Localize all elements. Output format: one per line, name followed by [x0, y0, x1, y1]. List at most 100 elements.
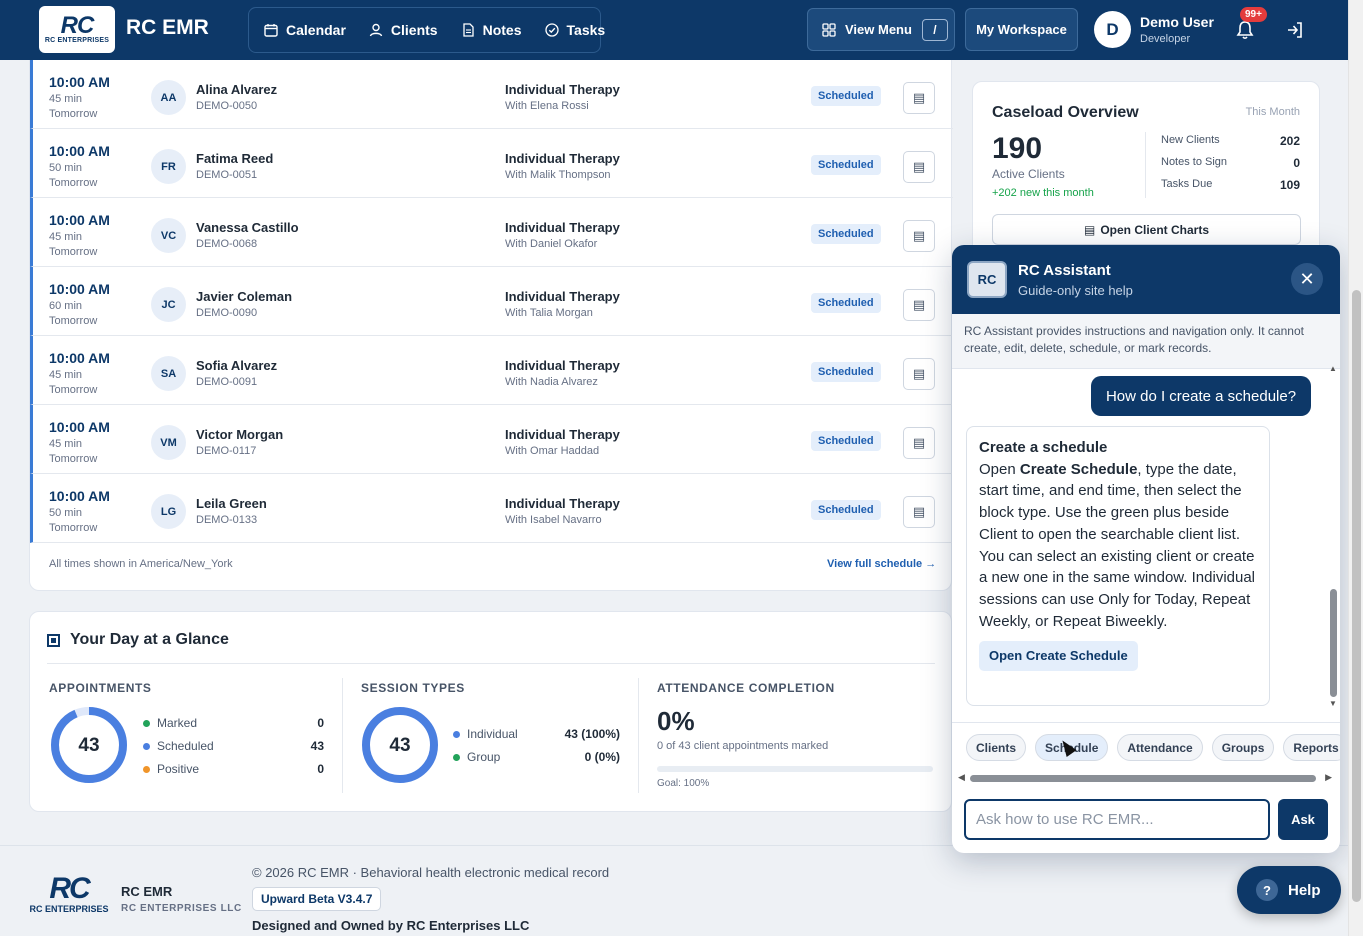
legend-value: 43 (100%)	[564, 727, 620, 741]
scroll-right-icon[interactable]: ▶	[1325, 772, 1332, 783]
appointments-heading: APPOINTMENTS	[49, 681, 152, 695]
my-workspace-button[interactable]: My Workspace	[965, 8, 1078, 51]
status-badge: Scheduled	[811, 293, 881, 313]
chip-clients[interactable]: Clients	[966, 734, 1027, 761]
client-name[interactable]: Fatima Reed	[196, 151, 273, 166]
logout-icon[interactable]	[1286, 21, 1304, 39]
appointment-time: 10:00 AM	[49, 350, 110, 366]
appointment-day: Tomorrow	[49, 453, 98, 465]
session-types-heading: SESSION TYPES	[361, 681, 465, 695]
status-badge: Scheduled	[811, 224, 881, 244]
nav-tasks[interactable]: Tasks	[544, 22, 605, 38]
shortcut-key: /	[921, 18, 948, 41]
appointment-row[interactable]: 10:00 AM 45 min Tomorrow AA Alina Alvare…	[30, 60, 953, 129]
view-full-schedule-link[interactable]: View full schedule →	[827, 558, 936, 570]
appointment-row[interactable]: 10:00 AM 45 min Tomorrow SA Sofia Alvare…	[30, 336, 953, 405]
appointment-row[interactable]: 10:00 AM 45 min Tomorrow VC Vanessa Cast…	[30, 198, 953, 267]
chat-scrollbar[interactable]: ▲ ▼	[1329, 364, 1338, 708]
help-button[interactable]: ? Help	[1237, 866, 1341, 914]
status-badge: Scheduled	[811, 431, 881, 451]
clinician: With Talia Morgan	[505, 307, 593, 319]
chips-scrollbar[interactable]: ◀ ▶	[958, 772, 1332, 783]
scroll-left-icon[interactable]: ◀	[958, 772, 965, 783]
appointment-row[interactable]: 10:00 AM 50 min Tomorrow LG Leila Green …	[30, 474, 953, 543]
legend-dot	[143, 719, 150, 727]
open-create-schedule-button[interactable]: Open Create Schedule	[979, 641, 1138, 672]
appointment-day: Tomorrow	[49, 246, 98, 258]
stat-value: 109	[1279, 178, 1300, 192]
nav-notes[interactable]: Notes	[461, 22, 522, 38]
ask-button[interactable]: Ask	[1278, 799, 1328, 840]
chip-attendance[interactable]: Attendance	[1117, 734, 1203, 761]
open-note-button[interactable]: ▤	[903, 151, 935, 183]
page-scroll-thumb[interactable]	[1352, 290, 1361, 902]
footer-brand: RC EMR	[121, 884, 173, 899]
document-icon	[462, 23, 474, 37]
clinician: With Elena Rossi	[505, 100, 589, 112]
open-note-button[interactable]: ▤	[903, 220, 935, 252]
chip-groups[interactable]: Groups	[1211, 734, 1275, 761]
close-button[interactable]: ✕	[1291, 263, 1323, 295]
stat-label: New Clients	[1161, 134, 1220, 146]
client-id: DEMO-0091	[196, 376, 258, 388]
scroll-up-icon[interactable]: ▲	[1329, 364, 1337, 373]
scroll-thumb[interactable]	[970, 775, 1316, 782]
appointment-day: Tomorrow	[49, 108, 98, 120]
user-icon	[369, 23, 383, 37]
appointment-row[interactable]: 10:00 AM 45 min Tomorrow VM Victor Morga…	[30, 405, 953, 474]
user-avatar[interactable]: D	[1094, 11, 1131, 48]
client-id: DEMO-0133	[196, 514, 258, 526]
session-type: Individual Therapy	[505, 496, 620, 511]
open-note-button[interactable]: ▤	[903, 496, 935, 528]
client-name[interactable]: Alina Alvarez	[196, 82, 277, 97]
footer: RC RC ENTERPRISES RC EMR RC ENTERPRISES …	[0, 845, 1348, 936]
client-name[interactable]: Vanessa Castillo	[196, 220, 299, 235]
attendance-heading: ATTENDANCE COMPLETION	[657, 681, 835, 695]
client-name[interactable]: Leila Green	[196, 496, 267, 511]
legend-group: Group	[453, 750, 500, 764]
appointment-duration: 45 min	[49, 231, 83, 243]
legend-label: Scheduled	[157, 739, 214, 753]
client-name[interactable]: Sofia Alvarez	[196, 358, 277, 373]
calendar-icon	[264, 24, 278, 37]
session-type: Individual Therapy	[505, 427, 620, 442]
open-client-charts-button[interactable]: ▤ Open Client Charts	[992, 214, 1301, 245]
caseload-period: This Month	[1245, 106, 1300, 118]
session-type: Individual Therapy	[505, 151, 620, 166]
close-icon: ✕	[1299, 268, 1315, 289]
open-note-button[interactable]: ▤	[903, 82, 935, 114]
scroll-thumb[interactable]	[1330, 589, 1337, 697]
client-name[interactable]: Victor Morgan	[196, 427, 283, 442]
open-note-button[interactable]: ▤	[903, 427, 935, 459]
section-divider	[638, 678, 639, 793]
appointment-row[interactable]: 10:00 AM 60 min Tomorrow JC Javier Colem…	[30, 267, 953, 336]
open-note-button[interactable]: ▤	[903, 358, 935, 390]
assistant-notice: RC Assistant provides instructions and n…	[952, 314, 1340, 369]
bell-icon[interactable]	[1236, 20, 1254, 40]
page-scrollbar[interactable]	[1348, 0, 1363, 936]
attendance-progress-bar	[657, 766, 933, 772]
nav-clients[interactable]: Clients	[369, 22, 438, 38]
logo-mark: RC	[60, 12, 95, 39]
chip-reports[interactable]: Reports	[1283, 734, 1340, 761]
legend-individual: Individual	[453, 727, 518, 741]
stat-label: Tasks Due	[1161, 178, 1213, 190]
appointment-duration: 60 min	[49, 300, 83, 312]
scroll-down-icon[interactable]: ▼	[1329, 699, 1337, 708]
appointment-row[interactable]: 10:00 AM 50 min Tomorrow FR Fatima Reed …	[30, 129, 953, 198]
chat-messages[interactable]: How do I create a schedule? Create a sch…	[952, 369, 1340, 722]
app-logo[interactable]: RC RC ENTERPRISES	[39, 6, 115, 53]
brand-name[interactable]: RC EMR	[126, 16, 209, 40]
open-note-button[interactable]: ▤	[903, 289, 935, 321]
view-menu-button[interactable]: View Menu /	[807, 8, 955, 51]
assistant-question-input[interactable]	[964, 799, 1270, 840]
reply-highlight: Create Schedule	[1019, 460, 1138, 478]
client-avatar: VM	[151, 425, 186, 460]
client-name[interactable]: Javier Coleman	[196, 289, 292, 304]
legend-dot	[143, 742, 150, 750]
version-badge[interactable]: Upward Beta V3.4.7	[252, 887, 382, 911]
nav-calendar[interactable]: Calendar	[264, 22, 346, 38]
notification-badge: 99+	[1240, 7, 1267, 22]
nav-notes-label: Notes	[482, 22, 522, 38]
legend-scheduled: Scheduled	[143, 739, 214, 753]
